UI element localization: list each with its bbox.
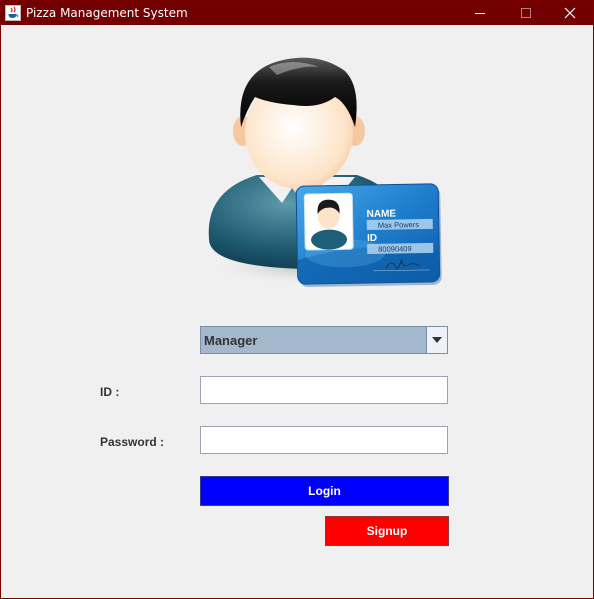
id-input[interactable] <box>200 376 448 404</box>
card-name-value: Max Powers <box>378 220 420 230</box>
maximize-icon <box>521 8 531 18</box>
role-dropdown[interactable]: Manager <box>200 326 448 354</box>
maximize-button[interactable] <box>503 1 549 25</box>
title-bar[interactable]: Pizza Management System <box>1 1 593 25</box>
id-card: NAME Max Powers ID 80090409 <box>295 183 442 288</box>
java-app-icon <box>5 5 21 21</box>
role-selected-value: Manager <box>204 333 258 348</box>
login-button[interactable]: Login <box>200 476 449 506</box>
user-id-card-illustration: NAME Max Powers ID 80090409 <box>205 57 442 288</box>
chevron-down-icon <box>432 337 442 343</box>
signup-button[interactable]: Signup <box>325 516 449 546</box>
app-window: Pizza Management System NAME Max Powers … <box>0 0 594 599</box>
close-icon <box>564 7 576 19</box>
password-input[interactable] <box>200 426 448 454</box>
id-label: ID : <box>100 385 120 399</box>
minimize-icon <box>475 13 485 14</box>
card-id-value: 80090409 <box>378 244 412 254</box>
window-title: Pizza Management System <box>26 6 188 20</box>
minimize-button[interactable] <box>457 1 503 25</box>
card-id-label: ID <box>367 233 377 244</box>
login-panel: NAME Max Powers ID 80090409 Manager ID :… <box>1 25 593 598</box>
dropdown-arrow-button[interactable] <box>426 327 447 353</box>
password-label: Password : <box>100 435 165 449</box>
close-button[interactable] <box>547 1 593 25</box>
card-name-label: NAME <box>367 208 397 220</box>
